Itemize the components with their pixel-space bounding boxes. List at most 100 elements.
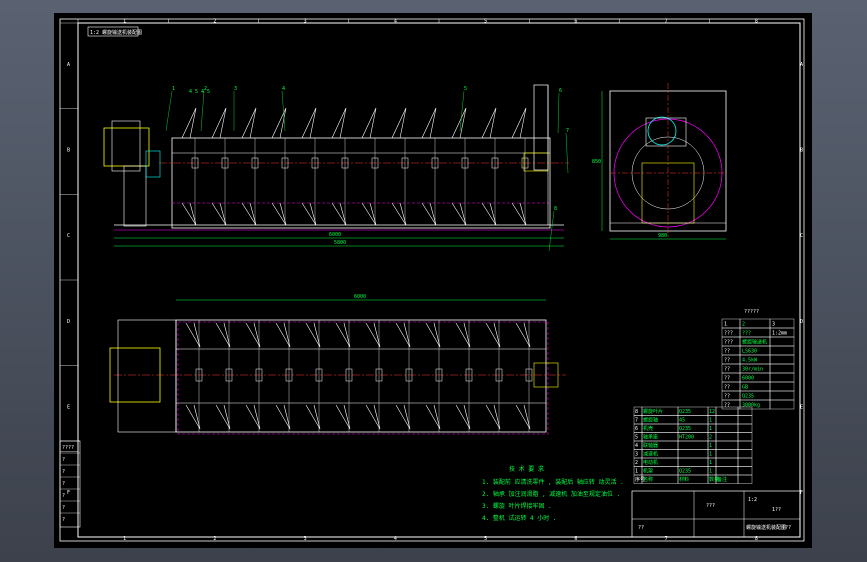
technical-requirements: 技 术 要 求 1. 装配前 应清洗零件 , 装配后 轴应转 动灵活 . 2. … <box>482 465 624 522</box>
flight-top <box>425 322 441 348</box>
spec-cell-text: ??? <box>724 340 733 346</box>
spec-cell <box>769 345 795 356</box>
side-view: 850 980 <box>592 83 727 240</box>
spec-cell-text: LS630 <box>742 349 757 355</box>
assembly-drawing: 1:2 螺旋输送机装配图 6000 5800 4 5 4 5 1 2 3 4 5… <box>59 19 805 542</box>
flight-bottom <box>395 404 411 430</box>
zone-label-left: B <box>67 148 70 154</box>
zone-label-top: 7 <box>665 19 668 25</box>
bom-cell-text: 螺旋叶片 <box>643 408 663 415</box>
flight-upper <box>421 107 437 139</box>
bom-cell-text: 1 <box>709 460 712 466</box>
zone-label-left: D <box>67 319 70 325</box>
spec-cell-text: ?? <box>724 403 730 409</box>
bom-cell-text: 螺旋轴 <box>643 417 658 424</box>
tech-heading: 技 术 要 求 <box>509 465 544 473</box>
spec-caption: ????? <box>744 309 759 315</box>
spec-cell-text: 3000kg <box>742 403 760 409</box>
frame-zone-ticks: 1122334455667788A AB BC CD DE EF F <box>60 19 803 542</box>
bom-cell <box>677 457 709 467</box>
spec-cell-text: 1:2mm <box>772 331 787 337</box>
leader-line <box>459 90 465 132</box>
front-view: 6000 5800 4 5 4 5 1 2 3 4 5 678 <box>103 84 569 252</box>
flight-lower <box>421 202 437 226</box>
drawing-tag: 1:2 螺旋输送机装配图 <box>90 29 142 36</box>
spec-cell <box>769 336 795 347</box>
zone-label-top: 5 <box>484 19 487 25</box>
zone-label-right: E <box>800 405 803 411</box>
zone-label-bottom: 8 <box>755 536 758 542</box>
bom-cell-text: 4 <box>635 443 638 449</box>
bom-cell-text: 2 <box>709 435 712 441</box>
zone-label-left: C <box>67 233 70 239</box>
flight-bottom <box>335 404 351 430</box>
leader-label: 3 <box>234 86 237 92</box>
tech-line-2: 2. 轴承 加注润滑脂 , 减速机 加油至规定油位 . <box>482 490 620 498</box>
leader-label: 5 <box>464 86 467 92</box>
spec-cell-text: ??? <box>724 331 733 337</box>
flight-lower <box>271 202 287 226</box>
bom-cell-text: Q235 <box>679 426 691 432</box>
flight-top <box>455 322 471 348</box>
spec-cell-text: ?? <box>724 358 730 364</box>
bom-cell-text: 7 <box>635 418 638 424</box>
spec-cell <box>769 399 795 410</box>
spec-cell-text: ??? <box>742 331 751 337</box>
bom-cell <box>737 415 753 425</box>
bom-cell-text: 1 <box>635 469 638 475</box>
bom-cell <box>737 423 753 433</box>
flight-lower <box>181 202 197 226</box>
title-block: 1:2 ??? 1?? 螺旋输送机装配图 ??? ?? <box>631 490 801 538</box>
zone-label-left: F <box>67 490 70 496</box>
flight-lower <box>331 202 347 226</box>
zone-label-top: 1 <box>123 19 126 25</box>
bom-cell <box>737 457 753 467</box>
bom-cell-text: 联轴器 <box>643 442 658 449</box>
spec-cell-text: 6000 <box>742 376 754 382</box>
bom-cell-text: 5 <box>635 435 638 441</box>
bom-cell <box>715 415 739 425</box>
drawing-sheet[interactable]: 1:2 螺旋输送机装配图 6000 5800 4 5 4 5 1 2 3 4 5… <box>54 13 812 548</box>
top-screw-flights <box>185 320 533 432</box>
flight-lower <box>391 202 407 226</box>
bom-cell-text: HT200 <box>679 435 694 441</box>
cad-viewport: 1:2 螺旋输送机装配图 6000 5800 4 5 4 5 1 2 3 4 5… <box>0 0 867 562</box>
leader-line <box>557 92 560 134</box>
front-dim-total: 6000 <box>329 232 341 238</box>
zone-label-bottom: 4 <box>394 536 397 542</box>
bom-cell <box>737 432 753 442</box>
bom-cell <box>737 466 753 476</box>
bom-cell-text: 45 <box>679 418 685 424</box>
zone-label-right: B <box>800 148 803 154</box>
bom-cell-text: 轴承座 <box>643 434 658 441</box>
bom-cell-text: 12 <box>709 409 715 415</box>
zone-label-right: F <box>800 490 803 496</box>
flight-upper <box>511 107 527 139</box>
title-designer: ?? <box>638 525 644 531</box>
zone-label-bottom: 7 <box>665 536 668 542</box>
zone-label-bottom: 6 <box>574 536 577 542</box>
leader-label: 8 <box>554 206 557 212</box>
tech-line-3: 3. 螺旋 叶片焊接牢固 . <box>482 502 552 510</box>
flight-upper <box>331 107 347 139</box>
flight-top <box>485 322 501 348</box>
flight-upper <box>271 107 287 139</box>
flight-bottom <box>305 404 321 430</box>
leader-label: 1 <box>172 86 175 92</box>
bom-cell <box>677 440 709 450</box>
spec-cell-text: ?? <box>724 394 730 400</box>
spec-cell <box>769 354 795 365</box>
flight-bottom <box>365 404 381 430</box>
flight-top <box>515 322 531 348</box>
leader-line <box>165 90 173 132</box>
bom-cell <box>715 466 739 476</box>
spec-cell-text: 3 <box>772 322 775 328</box>
bom-cell <box>677 449 709 459</box>
spec-cell-text: 30r/min <box>742 367 763 373</box>
title-field-b: 1?? <box>772 507 781 513</box>
zone-label-bottom: 1 <box>123 536 126 542</box>
top-dim-total: 6000 <box>354 294 366 300</box>
bom-cell-text: 1 <box>709 452 712 458</box>
flight-lower <box>451 202 467 226</box>
spec-cell-text: ?? <box>724 376 730 382</box>
